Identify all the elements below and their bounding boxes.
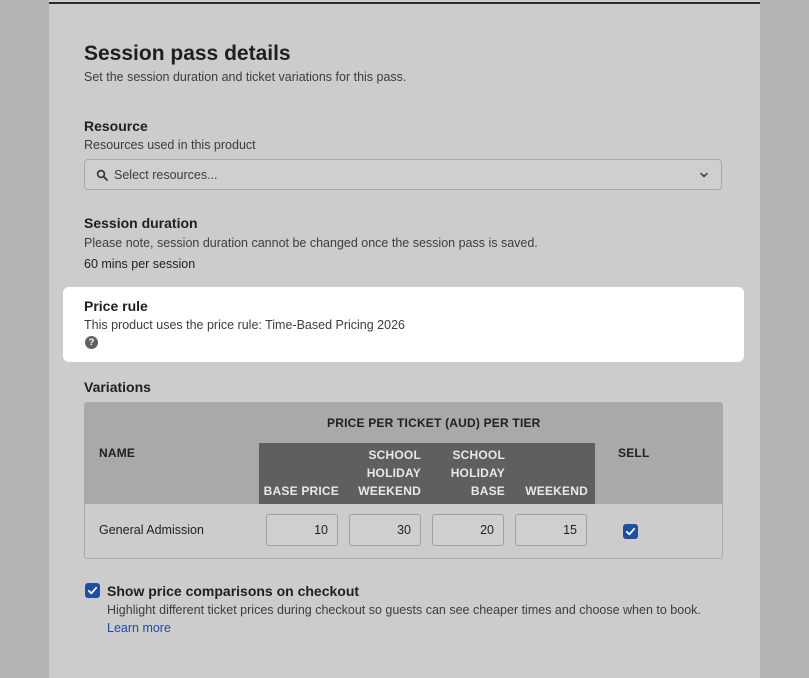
sell-checkbox[interactable] [623,524,638,539]
school-holiday-weekend-input[interactable]: 30 [349,514,421,546]
page-subtitle: Set the session duration and ticket vari… [84,70,407,84]
tier-header-school-holiday-base: SCHOOL HOLIDAY BASE [450,448,505,498]
search-icon [96,169,108,181]
panel-top-border [49,2,760,4]
checkmark-icon [625,527,636,536]
learn-more-link[interactable]: Learn more [107,621,171,635]
variations-heading: Variations [84,379,151,395]
checkmark-icon [87,586,98,595]
price-comparison-description: Highlight different ticket prices during… [107,603,701,617]
resource-description: Resources used in this product [84,138,256,152]
base-price-input[interactable]: 10 [266,514,338,546]
price-comparison-checkbox[interactable] [85,583,100,598]
sell-column-header: SELL [618,446,650,460]
variation-name: General Admission [99,523,204,537]
resource-select-placeholder: Select resources... [114,168,218,182]
session-duration-value: 60 mins per session [84,257,196,271]
session-duration-heading: Session duration [84,215,198,231]
variations-table: PRICE PER TICKET (AUD) PER TIER NAME SEL… [84,402,723,559]
price-rule-heading: Price rule [84,298,148,314]
tier-header-school-holiday-weekend: SCHOOL HOLIDAY WEEKEND [358,448,421,498]
session-duration-note: Please note, session duration cannot be … [84,236,538,250]
tier-header-weekend: WEEKEND [525,484,588,498]
price-rule-description: This product uses the price rule: Time-B… [84,318,405,332]
name-column-header: NAME [99,446,136,460]
price-rule-section: Price rule This product uses the price r… [63,287,744,362]
price-comparison-label[interactable]: Show price comparisons on checkout [107,583,359,599]
school-holiday-base-input[interactable]: 20 [432,514,504,546]
resource-heading: Resource [84,118,148,134]
price-group-header: PRICE PER TICKET (AUD) PER TIER [327,416,541,430]
help-icon[interactable]: ? [85,336,98,349]
page-title: Session pass details [84,42,291,65]
tier-header-base-price: BASE PRICE [263,484,339,498]
resource-select[interactable]: Select resources... [84,159,722,190]
chevron-down-icon [700,172,708,178]
weekend-input[interactable]: 15 [515,514,587,546]
